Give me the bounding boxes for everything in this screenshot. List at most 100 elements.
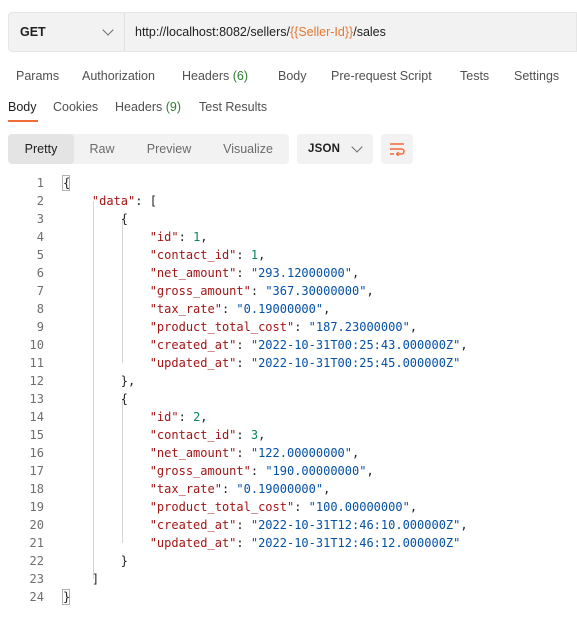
json-key: "tax_rate": [149, 302, 222, 316]
json-punctuation: :: [236, 356, 251, 370]
json-punctuation: {: [63, 212, 129, 226]
json-key: "net_amount": [149, 266, 237, 280]
json-punctuation: :: [236, 536, 251, 550]
code-text: "contact_id": 3,: [63, 426, 266, 444]
code-text: }: [63, 588, 70, 606]
code-text: "data": [: [63, 192, 157, 210]
json-punctuation: ,: [366, 284, 374, 298]
json-key: "product_total_cost": [149, 500, 295, 514]
code-line: 20 "created_at": "2022-10-31T12:46:10.00…: [0, 516, 577, 534]
code-text: "tax_rate": "0.19000000",: [63, 300, 331, 318]
json-string: "293.12000000": [250, 266, 353, 280]
line-number: 2: [36, 194, 44, 208]
tab-authorization[interactable]: Authorization: [82, 69, 155, 83]
tab-label: Tests: [460, 69, 490, 83]
response-tab-cookies[interactable]: Cookies: [53, 100, 98, 114]
line-number: 21: [29, 536, 44, 550]
json-key: "data": [91, 194, 136, 208]
tab-headers[interactable]: Headers (6): [182, 69, 248, 83]
wrap-lines-button[interactable]: [381, 134, 413, 164]
json-punctuation: :: [294, 320, 309, 334]
json-punctuation: :: [236, 266, 251, 280]
method-select[interactable]: GET: [9, 13, 125, 51]
line-number: 5: [36, 248, 44, 262]
url-input[interactable]: http://localhost:8082/sellers/{{Seller-I…: [125, 25, 386, 39]
line-number: 16: [29, 446, 44, 460]
code-text: ]: [63, 570, 99, 588]
line-number: 3: [36, 212, 44, 226]
json-punctuation: {: [63, 392, 129, 406]
json-punctuation: ,: [352, 266, 360, 280]
tab-body[interactable]: Body: [278, 69, 307, 83]
code-line: 24}: [0, 588, 577, 606]
code-line: 16 "net_amount": "122.00000000",: [0, 444, 577, 462]
json-string: "2022-10-31T12:46:10.000000Z": [250, 518, 461, 532]
tab-label: Params: [16, 69, 60, 83]
response-tabs: Body Cookies Headers (9) Test Results: [0, 100, 577, 122]
url-bar: GET http://localhost:8082/sellers/{{Sell…: [8, 12, 577, 52]
json-punctuation: ,: [460, 338, 468, 352]
json-punctuation: :: [221, 302, 237, 316]
response-tab-test-results[interactable]: Test Results: [199, 100, 267, 114]
code-line: 23 ]: [0, 570, 577, 588]
url-variable[interactable]: Seller-Id: [298, 25, 345, 39]
line-number: 18: [29, 482, 44, 496]
code-line: 6 "net_amount": "293.12000000",: [0, 264, 577, 282]
format-select[interactable]: JSON: [297, 134, 373, 164]
json-key: "updated_at": [149, 536, 237, 550]
tab-label: Pre-request Script: [331, 69, 432, 83]
json-punctuation: [63, 500, 150, 514]
json-number: 3: [250, 428, 259, 442]
json-key: "gross_amount": [149, 284, 251, 298]
json-punctuation: [63, 356, 150, 370]
view-preview-button[interactable]: Preview: [136, 134, 202, 164]
code-line: 15 "contact_id": 3,: [0, 426, 577, 444]
json-punctuation: ]: [63, 572, 100, 586]
code-text: "updated_at": "2022-10-31T12:46:12.00000…: [63, 534, 461, 552]
json-string: "2022-10-31T12:46:12.000000Z": [250, 536, 461, 550]
json-punctuation: ,: [409, 320, 418, 334]
json-punctuation: ,: [409, 500, 418, 514]
view-raw-button[interactable]: Raw: [78, 134, 126, 164]
tab-label: Authorization: [82, 69, 155, 83]
line-number: 19: [29, 500, 44, 514]
tab-tests[interactable]: Tests: [460, 69, 489, 83]
view-visualize-button[interactable]: Visualize: [214, 134, 282, 164]
code-line: 7 "gross_amount": "367.30000000",: [0, 282, 577, 300]
response-tab-body[interactable]: Body: [8, 100, 37, 114]
json-punctuation: :: [236, 248, 251, 262]
code-text: }: [63, 552, 128, 570]
json-key: "contact_id": [149, 248, 237, 262]
json-key: "created_at": [149, 518, 237, 532]
json-punctuation: :: [221, 482, 237, 496]
code-text: "contact_id": 1,: [63, 246, 266, 264]
line-number: 22: [29, 554, 44, 568]
tab-pre-request-script[interactable]: Pre-request Script: [331, 69, 432, 83]
code-text: "created_at": "2022-10-31T00:25:43.00000…: [63, 336, 468, 354]
tab-params[interactable]: Params: [16, 69, 59, 83]
json-punctuation: }: [63, 554, 129, 568]
request-tabs: Params Authorization Headers (6) Body Pr…: [0, 66, 577, 86]
line-number: 24: [29, 590, 44, 604]
json-punctuation: :: [236, 428, 251, 442]
code-line: 17 "gross_amount": "190.00000000",: [0, 462, 577, 480]
active-tab-indicator: [8, 120, 38, 122]
tab-label: Headers: [182, 69, 230, 83]
view-pretty-button[interactable]: Pretty: [8, 134, 74, 164]
json-punctuation: :: [236, 518, 251, 532]
json-punctuation: [63, 428, 150, 442]
tab-settings[interactable]: Settings: [514, 69, 559, 83]
code-text: "gross_amount": "190.00000000",: [63, 462, 374, 480]
json-punctuation: [63, 230, 150, 244]
line-number: 6: [36, 266, 44, 280]
line-number: 15: [29, 428, 44, 442]
json-punctuation: ,: [352, 446, 360, 460]
code-line: 1{: [0, 174, 577, 192]
response-tab-headers[interactable]: Headers (9): [115, 100, 181, 114]
json-string: "2022-10-31T00:25:43.000000Z": [250, 338, 461, 352]
code-line: 18 "tax_rate": "0.19000000",: [0, 480, 577, 498]
json-punctuation: [63, 518, 150, 532]
json-string: "190.00000000": [265, 464, 367, 478]
format-label: JSON: [308, 143, 341, 155]
code-text: "product_total_cost": "187.23000000",: [63, 318, 417, 336]
